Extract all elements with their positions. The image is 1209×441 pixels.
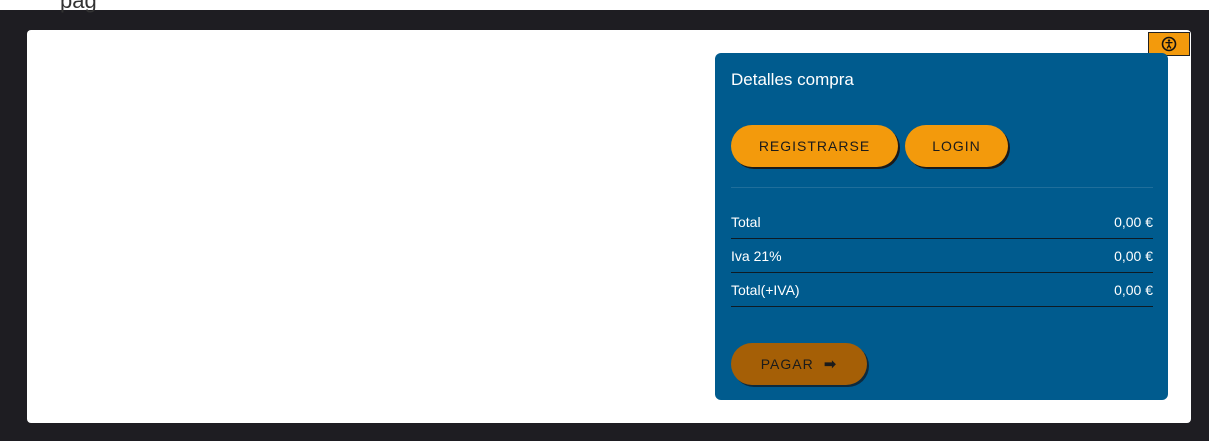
pay-button-label: PAGAR — [760, 356, 814, 372]
summary-value: 0,00 € — [1114, 281, 1153, 298]
summary-label: Total(+IVA) — [731, 281, 800, 298]
summary-value: 0,00 € — [1114, 213, 1153, 230]
login-button[interactable]: LOGIN — [905, 125, 1008, 167]
summary-label: Total — [731, 213, 761, 230]
divider — [731, 187, 1153, 188]
summary-row-total: Total 0,00 € — [731, 205, 1153, 239]
purchase-details-panel: Detalles compra REGISTRARSE LOGIN Total … — [715, 53, 1168, 400]
summary-row-total-with-iva: Total(+IVA) 0,00 € — [731, 273, 1153, 307]
register-button[interactable]: REGISTRARSE — [731, 125, 898, 167]
summary-row-iva: Iva 21% 0,00 € — [731, 239, 1153, 273]
top-strip: pág — [0, 0, 1209, 13]
summary-value: 0,00 € — [1114, 247, 1153, 264]
panel-title: Detalles compra — [731, 70, 854, 89]
arrow-right-icon: ➡ — [823, 356, 838, 373]
summary-label: Iva 21% — [731, 247, 782, 264]
accessibility-icon — [1161, 36, 1177, 52]
pay-button[interactable]: PAGAR ➡ — [731, 343, 867, 385]
header-partial-text: pág — [60, 0, 97, 13]
